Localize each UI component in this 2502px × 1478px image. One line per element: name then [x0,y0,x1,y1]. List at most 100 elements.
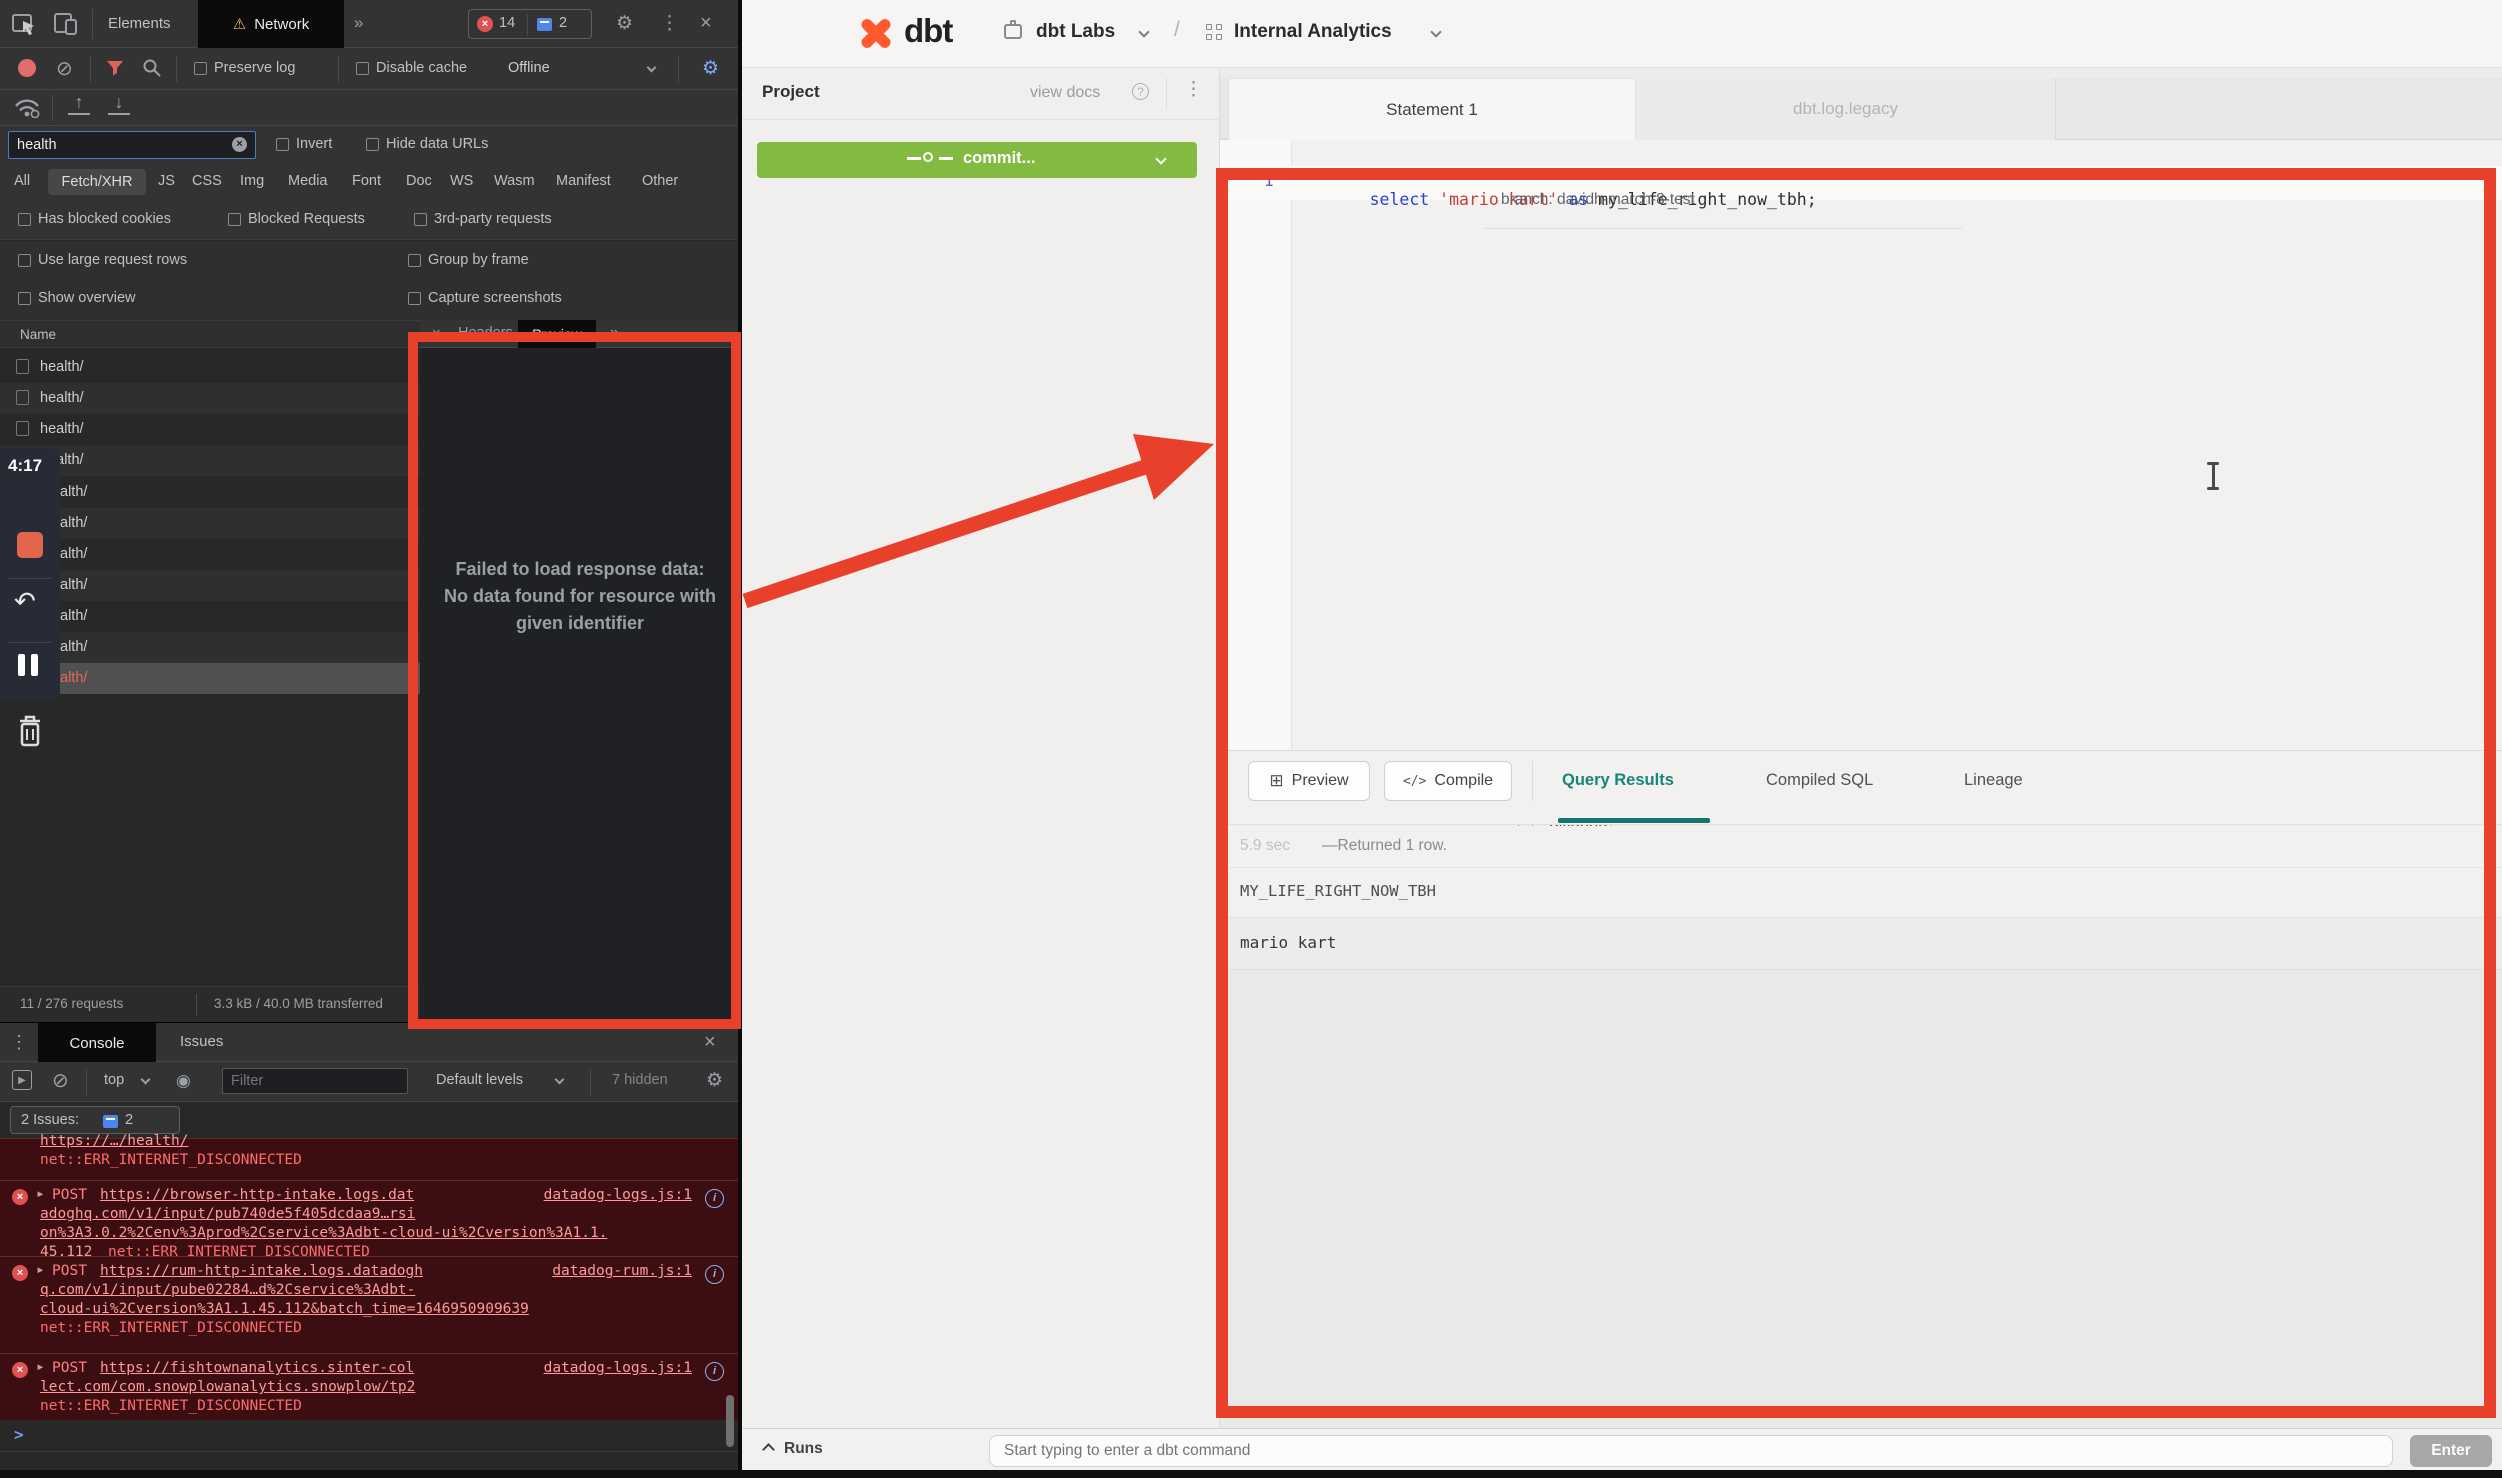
error-link[interactable]: https://…/health/ [40,1133,188,1149]
console-sidebar-icon[interactable]: ▶ [12,1070,32,1090]
filter-chip-font[interactable]: Font [352,173,381,189]
requests-name-header[interactable]: Name [0,320,420,348]
invert-checkbox[interactable] [276,138,289,151]
dbt-logo[interactable] [854,12,898,56]
tab-lineage[interactable]: Lineage [1964,771,2023,790]
error-link[interactable]: cloud-ui%2Cversion%3A1.1.45.112&batch_ti… [40,1301,529,1317]
issue-badges[interactable]: × 14 2 [468,9,592,39]
request-row[interactable]: alth/ [0,477,420,508]
throttling-select[interactable]: Offline [508,60,550,76]
filter-chip-media[interactable]: Media [288,173,328,189]
request-row[interactable]: health/ [0,445,420,476]
eye-icon[interactable]: ◉ [176,1071,191,1091]
filter-chip-img[interactable]: Img [240,173,264,189]
expand-triangle-icon[interactable]: ▸ [36,1262,45,1278]
tab-issues[interactable]: Issues [180,1033,223,1050]
device-toolbar-icon[interactable] [52,10,80,42]
filter-chip-doc[interactable]: Doc [406,173,432,189]
chevron-down-icon[interactable] [1430,26,1441,37]
tab-dbt-log-legacy[interactable]: dbt.log.legacy [1636,78,2056,140]
request-row[interactable]: alth/ [0,539,420,570]
error-link[interactable]: lect.com/com.snowplowanalytics.snowplow/… [40,1379,415,1395]
filter-chip-js[interactable]: JS [158,173,175,189]
request-row[interactable]: alth/ [0,632,420,663]
capture-screenshots-checkbox[interactable] [408,292,421,305]
error-link[interactable]: adoghq.com/v1/input/pub740de5f405dcdaa9…… [40,1206,415,1222]
filter-chip-ws[interactable]: WS [450,173,473,189]
help-icon[interactable]: ? [1132,83,1149,100]
chevron-up-icon[interactable] [762,1443,775,1456]
show-overview-checkbox[interactable] [18,292,31,305]
error-link[interactable]: q.com/v1/input/pube02284…d%2Cservice%3Ad… [40,1282,415,1298]
request-row[interactable]: health/ [0,383,420,414]
preserve-log-checkbox[interactable] [194,62,207,75]
console-scrollbar-thumb[interactable] [726,1395,734,1447]
tab-elements[interactable]: Elements [108,0,171,48]
more-tabs-icon[interactable]: » [354,13,363,33]
kebab-menu-icon[interactable]: ⋮ [660,12,679,35]
sql-editor[interactable]: 1 select 'mario kart' as my_life_right_n… [1220,140,2502,750]
filter-chip-css[interactable]: CSS [192,173,222,189]
console-filter-input[interactable] [222,1068,408,1094]
source-link[interactable]: datadog-logs.js:1 [544,1360,692,1376]
clear-filter-icon[interactable]: × [232,137,247,152]
error-link[interactable]: https://fishtownanalytics.sinter-col [100,1360,414,1376]
request-row[interactable]: health/ [0,414,420,445]
info-icon[interactable]: i [705,1362,724,1381]
request-row[interactable]: alth/ [0,570,420,601]
hide-data-urls-checkbox[interactable] [366,138,379,151]
clear-console-icon[interactable]: ⊘ [52,1068,69,1093]
request-row[interactable]: alth/ [0,601,420,632]
chevron-down-icon[interactable] [1138,26,1149,37]
chevron-down-icon[interactable] [647,63,657,73]
filter-chip-manifest[interactable]: Manifest [556,173,611,189]
group-by-frame-checkbox[interactable] [408,254,421,267]
record-icon[interactable] [18,59,36,77]
network-conditions-icon[interactable] [14,98,42,122]
import-har-icon[interactable]: ↑ [68,92,90,115]
error-link[interactable]: on%3A3.0.2%2Cenv%3Aprod%2Cservice%3Adbt-… [40,1225,607,1241]
source-link[interactable]: datadog-logs.js:1 [544,1187,692,1203]
info-icon[interactable]: i [705,1265,724,1284]
tab-headers[interactable]: Headers [458,325,513,341]
console-prompt[interactable]: > [0,1420,740,1452]
issues-chip[interactable]: 2 Issues: 2 [10,1106,180,1134]
filter-chip-fetchxhr[interactable]: Fetch/XHR [48,169,146,195]
request-row-selected[interactable]: alth/ [0,663,420,694]
close-detail-icon[interactable]: × [432,325,441,342]
tab-query-results[interactable]: Query Results [1562,771,1674,790]
filter-chip-wasm[interactable]: Wasm [494,173,535,189]
restart-recording-icon[interactable]: ↶ [14,586,36,617]
console-settings-gear-icon[interactable]: ⚙ [706,1071,723,1090]
search-icon[interactable] [142,58,162,82]
account-switcher[interactable]: dbt Labs [1036,21,1115,43]
project-switcher[interactable]: Internal Analytics [1234,21,1392,43]
has-blocked-cookies-checkbox[interactable] [18,213,31,226]
more-detail-tabs-icon[interactable]: » [610,324,619,342]
source-link[interactable]: datadog-rum.js:1 [552,1263,692,1279]
sidebar-kebab-icon[interactable]: ⋮ [1184,78,1203,101]
commit-button[interactable]: commit... [757,142,1197,178]
tab-preview[interactable]: Preview [518,320,596,348]
clear-icon[interactable]: ⊘ [56,56,73,81]
inspect-icon[interactable] [10,10,38,42]
export-har-icon[interactable]: ↓ [108,92,130,115]
third-party-checkbox[interactable] [414,213,427,226]
stop-recording-icon[interactable] [17,532,43,558]
close-devtools-icon[interactable]: × [700,12,712,35]
blocked-requests-checkbox[interactable] [228,213,241,226]
view-docs-link[interactable]: view docs [1030,84,1100,102]
large-rows-checkbox[interactable] [18,254,31,267]
error-link[interactable]: https://rum-http-intake.logs.datadogh [100,1263,423,1279]
chevron-down-icon[interactable] [1155,153,1166,164]
expand-triangle-icon[interactable]: ▸ [36,1359,45,1375]
drawer-kebab-icon[interactable]: ⋮ [10,1032,28,1053]
request-row[interactable]: alth/ [0,508,420,539]
request-row[interactable]: health/ [0,352,420,383]
enter-button[interactable]: Enter [2410,1435,2492,1467]
filter-chip-other[interactable]: Other [642,173,678,189]
dbt-command-input[interactable] [989,1435,2393,1467]
pause-recording-icon[interactable] [31,654,38,676]
tab-network[interactable]: ⚠ Network [198,0,344,48]
filter-funnel-icon[interactable] [106,60,124,80]
